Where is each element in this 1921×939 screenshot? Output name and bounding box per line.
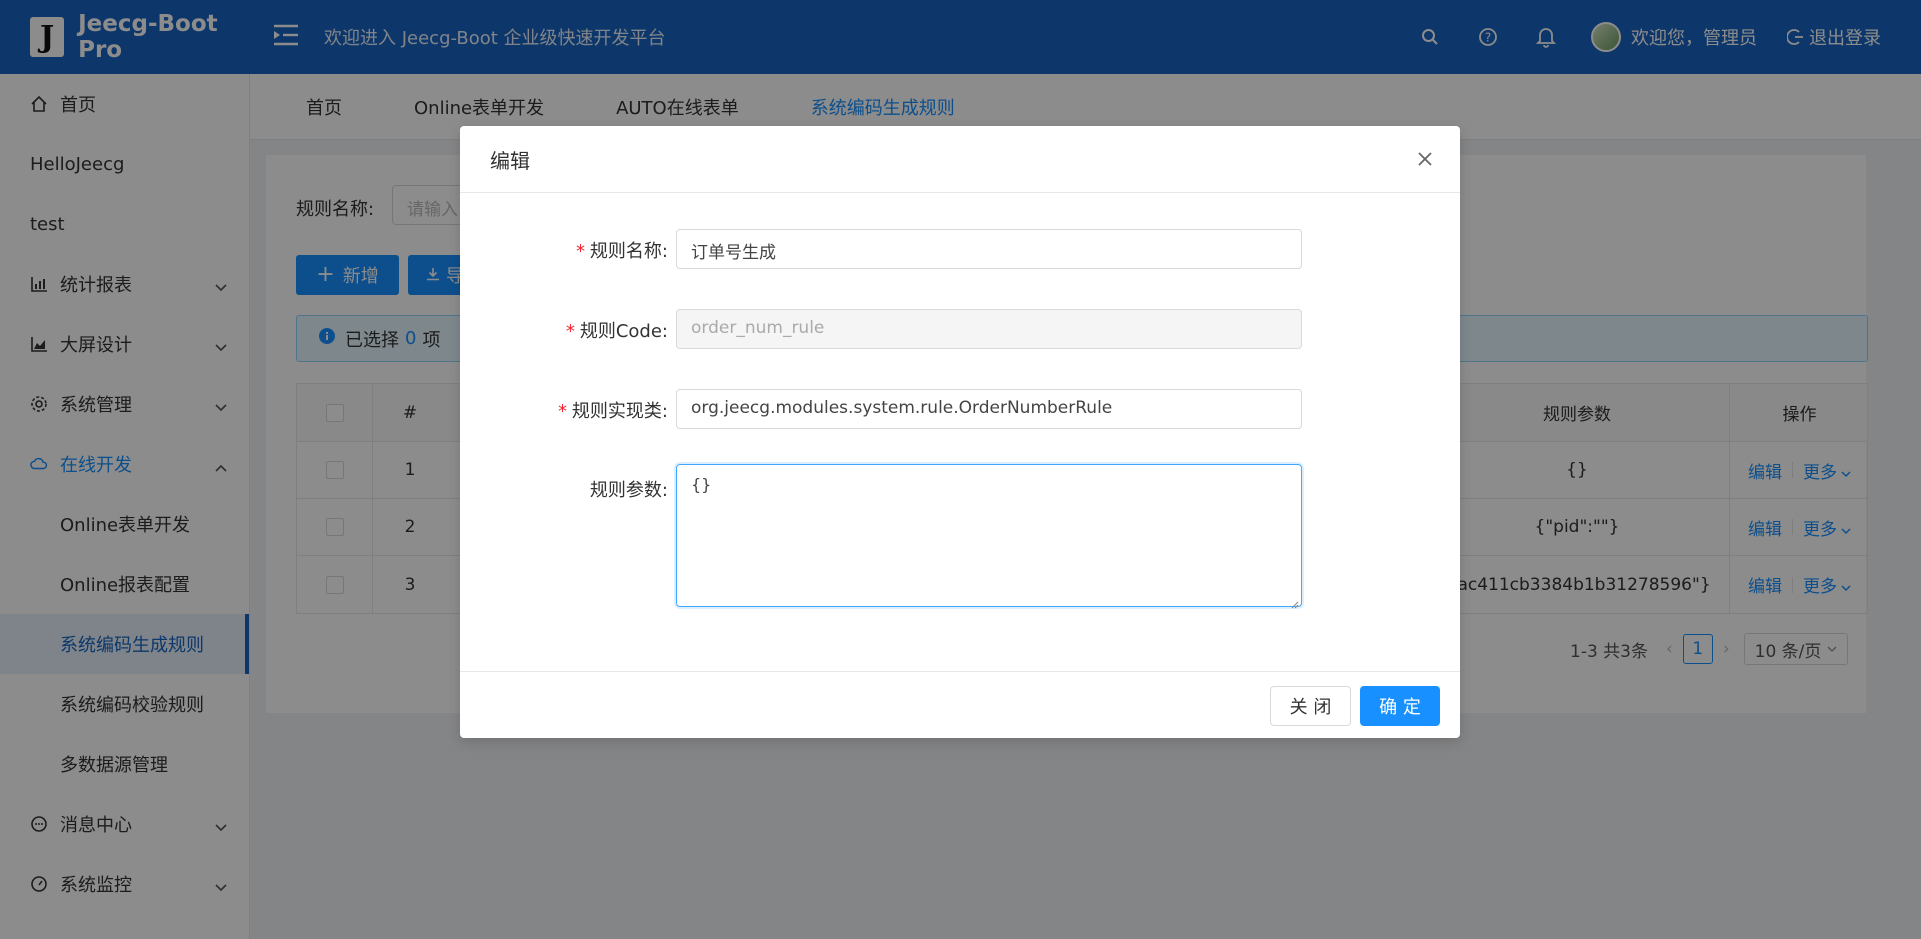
close-icon[interactable] <box>1414 148 1436 170</box>
rule-class-input[interactable]: org.jeecg.modules.system.rule.OrderNumbe… <box>676 389 1302 429</box>
rule-name-label-text: 规则名称: <box>589 241 668 262</box>
modal-footer: 关 闭 确 定 <box>460 671 1460 738</box>
rule-class-label: * 规则实现类: <box>557 401 668 422</box>
rule-params-value: {} <box>691 475 712 494</box>
rule-name-input[interactable]: 订单号生成 <box>676 229 1302 269</box>
form-row-code: * 规则Code: order_num_rule <box>460 309 1460 349</box>
modal-title: 编辑 <box>490 148 530 173</box>
cancel-button[interactable]: 关 闭 <box>1270 686 1351 726</box>
modal-header: 编辑 <box>460 126 1460 193</box>
resize-handle-icon[interactable] <box>1289 594 1299 609</box>
rule-code-label: * 规则Code: <box>565 321 668 342</box>
edit-modal: 编辑 * 规则名称: 订单号生成 * 规则Code: order_num_rule … <box>460 126 1460 738</box>
rule-params-textarea[interactable]: {} <box>676 464 1302 609</box>
form-row-class: * 规则实现类: org.jeecg.modules.system.rule.Or… <box>460 389 1460 429</box>
ok-button[interactable]: 确 定 <box>1360 686 1440 726</box>
rule-class-label-text: 规则实现类: <box>571 401 668 422</box>
rule-code-input: order_num_rule <box>676 309 1302 349</box>
rule-params-label: 规则参数: <box>589 480 668 501</box>
form-row-name: * 规则名称: 订单号生成 <box>460 229 1460 269</box>
rule-name-label: * 规则名称: <box>575 241 668 262</box>
form-row-params: 规则参数: {} <box>460 464 1460 609</box>
rule-code-label-text: 规则Code: <box>579 321 668 342</box>
